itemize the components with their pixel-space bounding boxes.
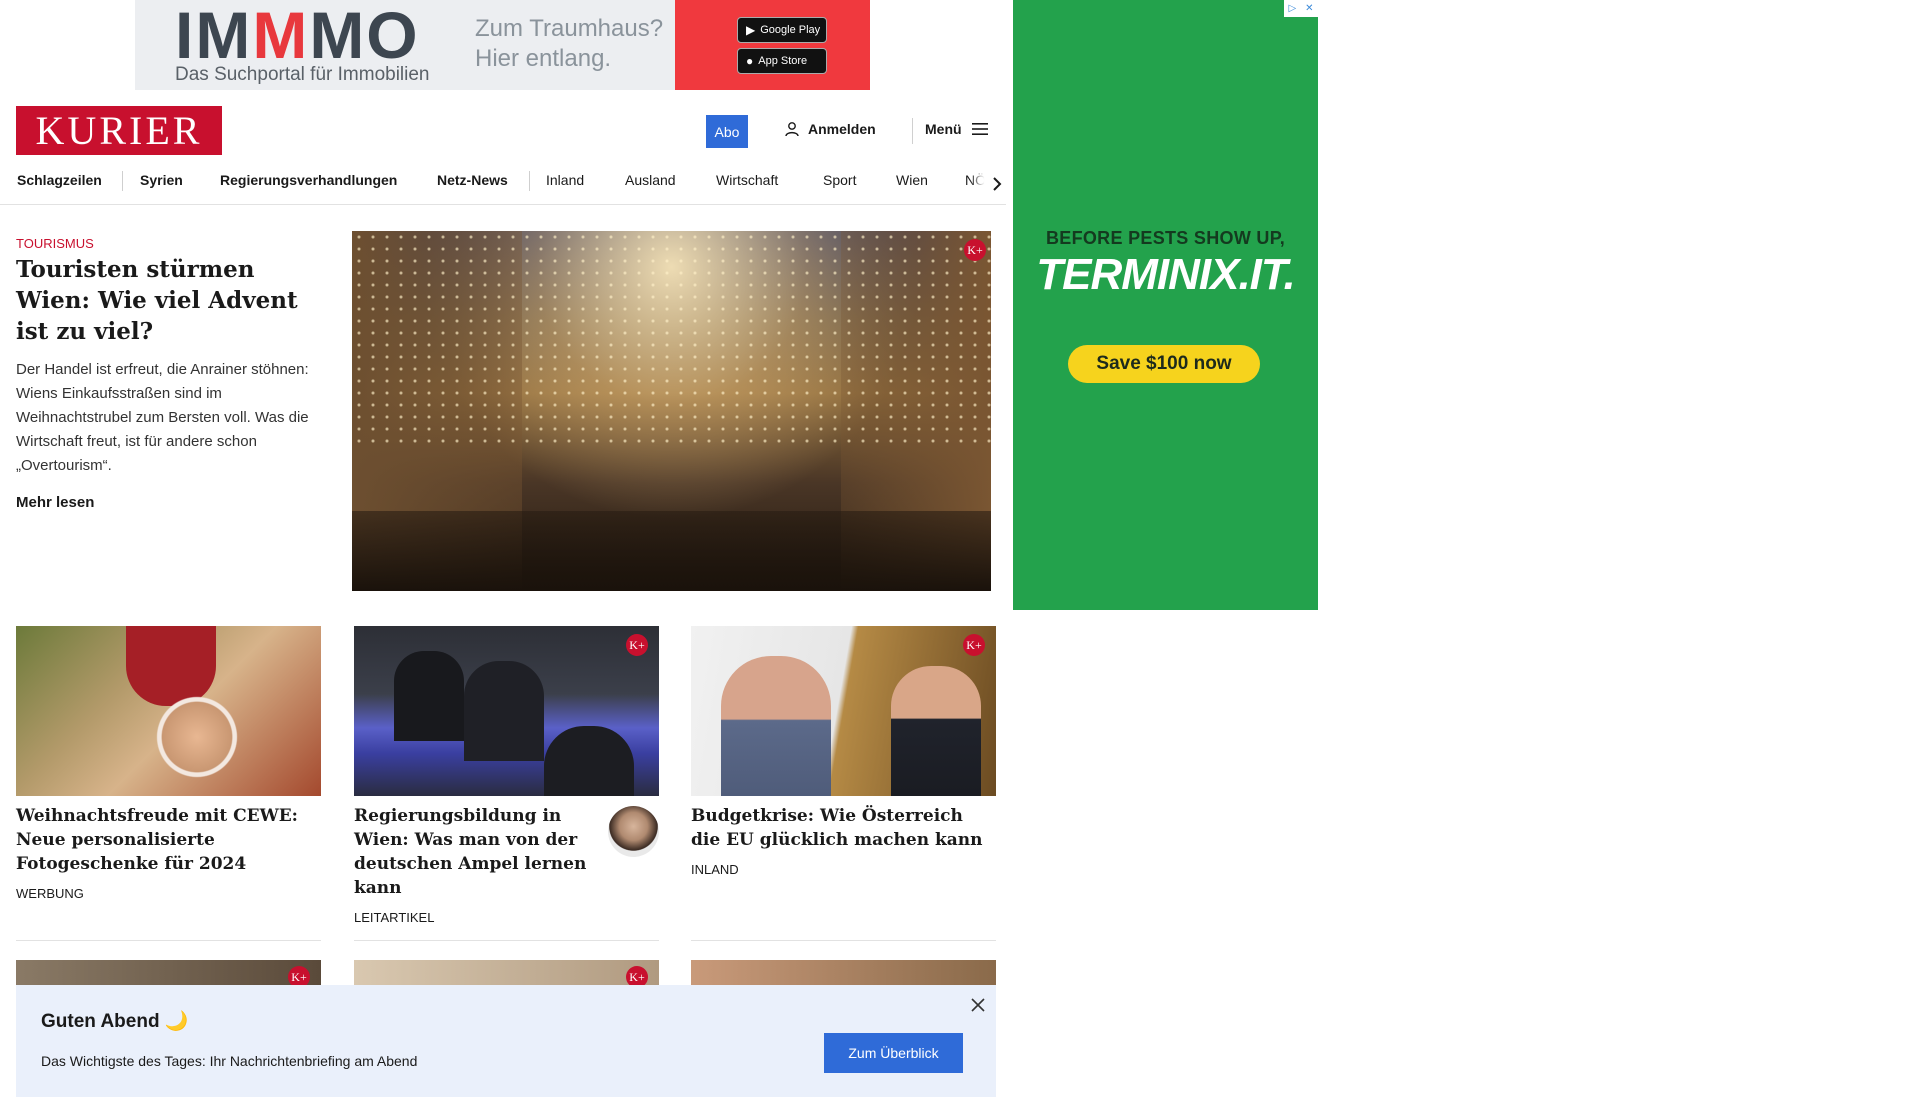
card-headline[interactable]: Weihnachtsfreude mit CEWE: Neue personal… <box>16 804 321 876</box>
ad-cta-button[interactable]: Save $100 now <box>1068 345 1260 383</box>
kplus-badge: K+ <box>626 634 648 656</box>
nav-item-netz-news[interactable]: Netz-News <box>437 172 508 188</box>
card-headline[interactable]: Budgetkrise: Wie Österreich die EU glück… <box>691 804 996 852</box>
hamburger-icon <box>971 123 988 135</box>
play-icon: ▶ <box>746 23 756 37</box>
section-nav: Schlagzeilen Syrien Regierungsverhandlun… <box>0 164 1006 205</box>
app-store-badge[interactable]: ● App Store <box>737 48 827 74</box>
card-image-bundestag[interactable]: K+ <box>354 626 659 796</box>
top-ad-banner[interactable]: IMMMO Das Suchportal für Immobilien Zum … <box>135 0 870 90</box>
close-button[interactable] <box>966 993 990 1017</box>
lead-teaser: Der Handel ist erfreut, die Anrainer stö… <box>16 361 309 474</box>
nav-separator <box>529 171 530 191</box>
lead-headline[interactable]: Touristen stürmen Wien: Wie viel Advent … <box>16 254 316 347</box>
menu-button[interactable]: Menü <box>925 121 988 137</box>
nav-item-syrien[interactable]: Syrien <box>140 172 183 188</box>
ad-tagline: Das Suchportal für Immobilien <box>175 64 430 85</box>
overview-button[interactable]: Zum Überblick <box>824 1033 963 1073</box>
christmas-lights <box>352 231 991 451</box>
nav-item-schlagzeilen[interactable]: Schlagzeilen <box>17 172 102 188</box>
row-divider <box>16 940 321 941</box>
card-tag: WERBUNG <box>16 886 84 901</box>
adchoices-icon[interactable]: ▷ ✕ <box>1284 0 1318 17</box>
ad-immmo-panel[interactable]: IMMMO Das Suchportal für Immobilien Zum … <box>135 0 675 90</box>
menu-label: Menü <box>925 121 962 137</box>
nav-item-wirtschaft[interactable]: Wirtschaft <box>716 172 778 188</box>
card-image-budget[interactable]: K+ <box>691 626 996 796</box>
google-play-badge[interactable]: ▶ Google Play <box>737 17 827 43</box>
apple-icon: ● <box>746 54 754 68</box>
notice-text: Das Wichtigste des Tages: Ihr Nachrichte… <box>41 1053 418 1069</box>
kplus-badge: K+ <box>963 634 985 656</box>
photo-ornament <box>156 696 238 778</box>
nav-item-wien[interactable]: Wien <box>896 172 928 188</box>
row-divider <box>691 940 996 941</box>
login-link[interactable]: Anmelden <box>784 121 876 137</box>
ad-headline: BEFORE PESTS SHOW UP, <box>1045 228 1285 248</box>
card-image-cewe[interactable] <box>16 626 321 796</box>
nav-scroll-right-button[interactable] <box>970 164 1006 204</box>
nav-item-sport[interactable]: Sport <box>823 172 856 188</box>
nav-item-ausland[interactable]: Ausland <box>625 172 676 188</box>
nav-item-inland[interactable]: Inland <box>546 172 584 188</box>
evening-briefing-banner: Guten Abend 🌙 Das Wichtigste des Tages: … <box>16 985 996 1097</box>
card-headline[interactable]: Regierungsbildung in Wien: Was man von d… <box>354 804 594 900</box>
row-divider <box>354 940 659 941</box>
ad-brand-logo: IMMMO <box>175 0 420 72</box>
chevron-right-icon <box>993 177 1002 191</box>
read-more-link[interactable]: Mehr lesen <box>16 494 94 511</box>
ad-store-panel[interactable]: ▶ Google Play ● App Store <box>675 0 870 90</box>
card-tag: LEITARTIKEL <box>354 910 435 925</box>
crowd <box>352 511 991 591</box>
card-tag: INLAND <box>691 862 739 877</box>
kurier-logo[interactable]: KURIER <box>16 106 222 155</box>
header-divider <box>912 118 913 144</box>
ad-slogan: Zum Traumhaus? Hier entlang. <box>475 15 664 72</box>
kplus-badge: K+ <box>964 239 986 261</box>
lead-image[interactable]: K+ <box>352 231 991 591</box>
side-ad-terminix[interactable]: ▷ ✕ BEFORE PESTS SHOW UP, TERMINIX.IT. Sa… <box>1013 0 1318 610</box>
close-icon <box>971 998 985 1012</box>
ad-brand: TERMINIX.IT. <box>1036 250 1296 299</box>
author-avatar <box>608 806 659 857</box>
login-label: Anmelden <box>808 121 876 137</box>
nav-separator <box>122 171 123 191</box>
notice-title: Guten Abend 🌙 <box>41 1011 189 1032</box>
user-icon <box>785 122 799 137</box>
lead-kicker[interactable]: TOURISMUS <box>16 236 94 251</box>
nav-item-regierungsverhandlungen[interactable]: Regierungsverhandlungen <box>220 172 397 188</box>
abo-button[interactable]: Abo <box>706 115 748 148</box>
